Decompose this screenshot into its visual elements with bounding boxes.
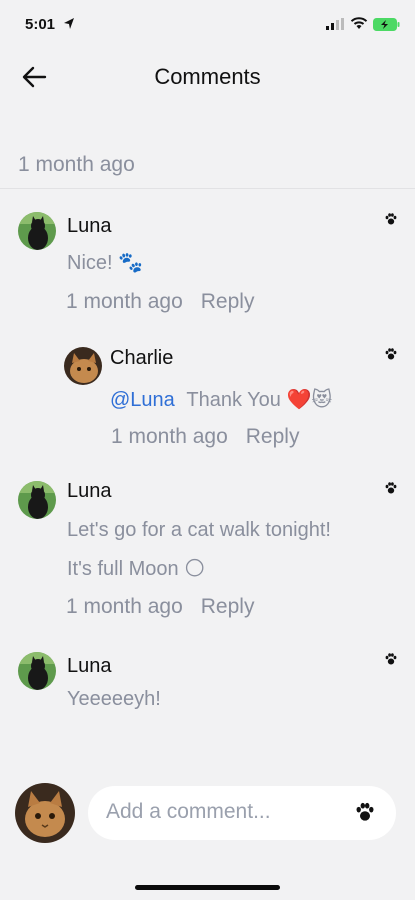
comment-meta: 1 month ago Reply [66,595,254,619]
comment-text: Nice! 🐾 [67,252,144,274]
status-bar: 5:01 [0,0,415,50]
comment-composer: Add a comment... [0,764,415,900]
reply-button[interactable]: Reply [201,595,255,618]
mention-link[interactable]: @Luna [110,389,175,411]
reply-button[interactable]: Reply [201,290,255,313]
comment-meta: 1 month ago Reply [111,425,299,449]
comment-text: Yeeeeeyh! [67,688,161,710]
avatar-charlie[interactable] [64,347,102,385]
location-arrow-icon [64,18,74,29]
comment-time: 1 month ago [66,290,183,313]
paw-like-icon[interactable] [384,652,398,666]
comment-author[interactable]: Luna [67,655,112,678]
comment-input-placeholder: Add a comment... [106,800,271,823]
paw-icon[interactable] [354,801,376,823]
comment-author[interactable]: Luna [67,215,112,238]
comment-author[interactable]: Charlie [110,347,173,370]
avatar-luna[interactable] [18,212,56,250]
cellular-signal-icon [326,18,344,30]
comment-text: Thank You ❤️😻 [186,389,333,411]
page-title: Comments [154,64,261,89]
avatar-luna[interactable] [18,652,56,690]
comment-time: 1 month ago [111,425,228,448]
comment-text-line: @Luna Thank You ❤️😻 [110,387,332,412]
wifi-icon [350,17,368,29]
comment-text-line-1: Let's go for a cat walk tonight! [67,519,331,541]
divider [0,188,415,189]
comment-author[interactable]: Luna [67,480,112,503]
home-indicator [135,885,280,890]
comment-text-line-2: It's full Moon 🌕 [67,558,206,580]
comment-input[interactable]: Add a comment... [88,786,396,840]
reply-button[interactable]: Reply [246,425,300,448]
paw-like-icon[interactable] [384,347,398,361]
battery-charging-icon [373,18,400,31]
comment-meta: 1 month ago Reply [66,290,254,314]
paw-like-icon[interactable] [384,212,398,226]
current-user-avatar [15,783,75,843]
comment-time: 1 month ago [66,595,183,618]
avatar-luna[interactable] [18,481,56,519]
paw-like-icon[interactable] [384,481,398,495]
nav-bar: Comments [0,50,415,106]
post-time: 1 month ago [18,153,135,176]
status-time: 5:01 [25,16,56,33]
